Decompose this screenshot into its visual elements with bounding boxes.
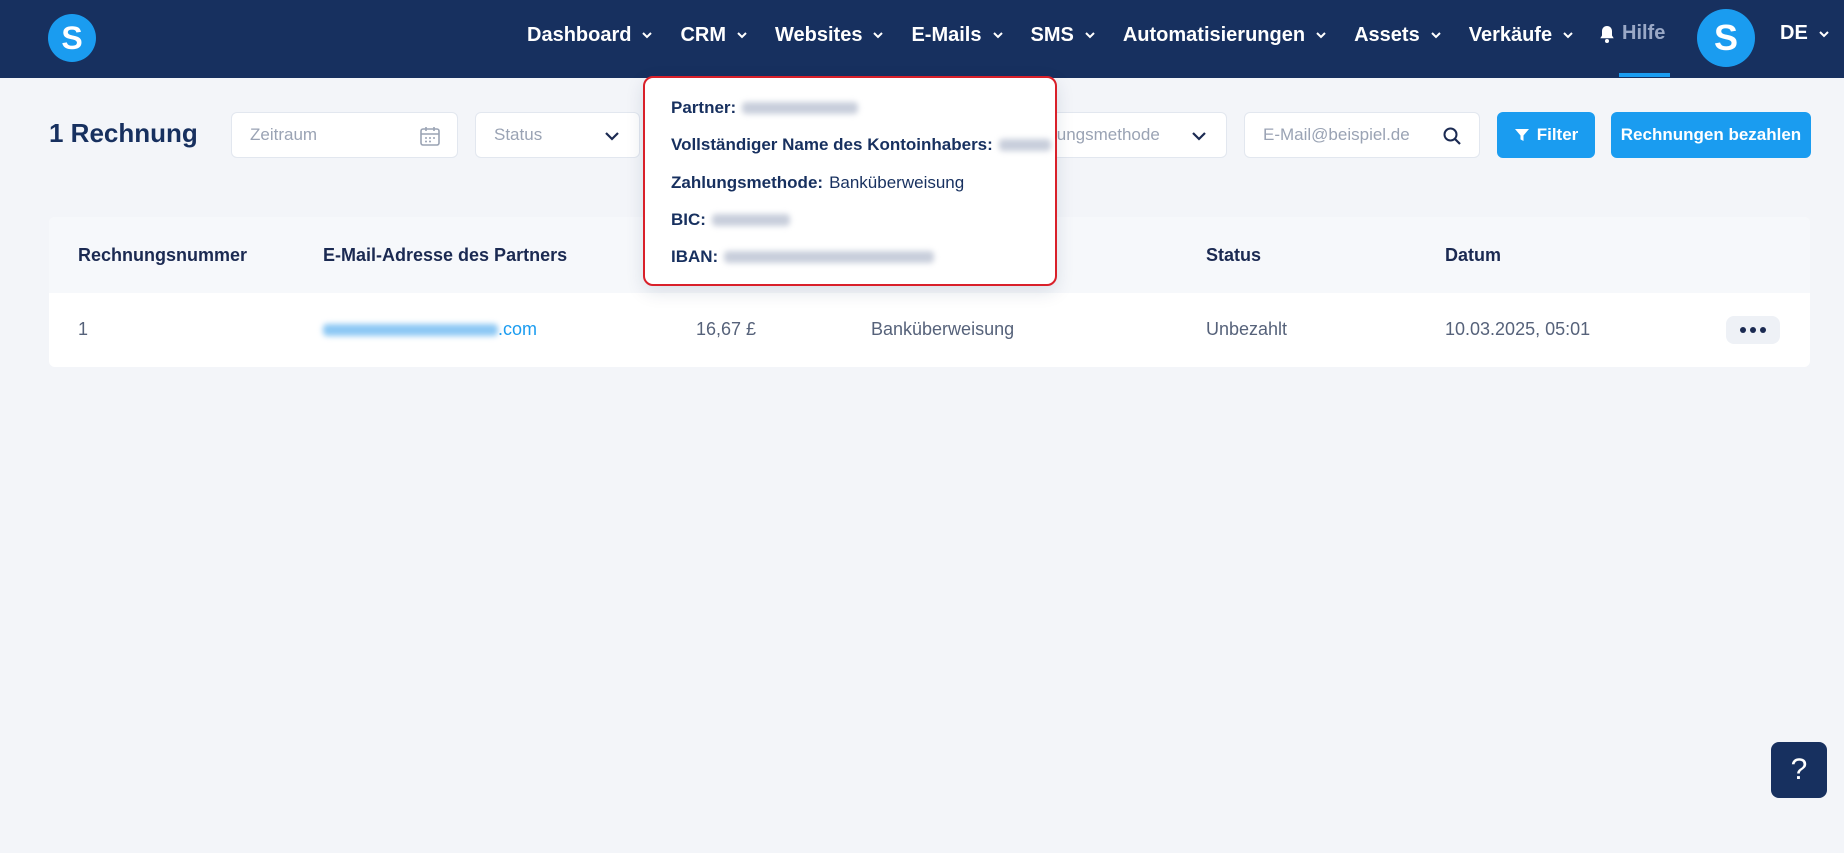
language-label: DE: [1780, 22, 1808, 44]
popover-bic-row: BIC:: [671, 210, 790, 230]
period-input[interactable]: Zeitraum: [231, 112, 458, 158]
help-fab-button[interactable]: ?: [1771, 742, 1827, 798]
chevron-down-icon: [1563, 32, 1573, 39]
chevron-down-icon: [1085, 32, 1095, 39]
payment-method-value: Banküberweisung: [829, 173, 965, 192]
partner-label: Partner:: [671, 98, 737, 117]
search-icon: [1443, 127, 1461, 145]
logo-letter: S: [61, 19, 83, 56]
redacted-bic: [711, 214, 790, 226]
help-link[interactable]: Hilfe: [1598, 22, 1665, 45]
popover-account-holder-row: Vollständiger Name des Kontoinhabers:: [671, 135, 1051, 155]
nav-label: Websites: [775, 23, 863, 46]
payment-method-placeholder: lungsmethode: [1053, 125, 1160, 144]
nav-label: CRM: [680, 23, 727, 46]
question-mark-icon: ?: [1790, 753, 1808, 786]
redacted-iban: [724, 251, 935, 263]
pay-invoices-button[interactable]: Rechnungen bezahlen: [1611, 112, 1811, 158]
status-placeholder: Status: [494, 125, 543, 144]
redacted-email: [323, 324, 498, 337]
payment-method-select[interactable]: lungsmethode: [1030, 112, 1227, 158]
nav-item-emails[interactable]: E-Mails: [911, 24, 1004, 47]
more-dot-icon: [1750, 327, 1756, 333]
nav-label: Automatisierungen: [1122, 23, 1306, 46]
column-header-date[interactable]: Datum: [1445, 245, 1501, 266]
nav-item-sales[interactable]: Verkäufe: [1469, 24, 1575, 47]
active-tab-indicator: [1619, 73, 1670, 77]
more-dot-icon: [1740, 327, 1746, 333]
chevron-down-icon: [642, 32, 653, 39]
status-select[interactable]: Status: [475, 112, 640, 158]
payment-method-label: Zahlungsmethode:: [671, 173, 824, 192]
partner-details-popover: Partner: Vollständiger Name des Kontoinh…: [643, 76, 1057, 286]
language-switcher[interactable]: DE: [1780, 22, 1831, 45]
email-suffix: .com: [498, 319, 538, 339]
chevron-down-icon: [992, 32, 1003, 39]
top-navbar: S Dashboard CRM Websites E-Mails SMS Aut…: [0, 0, 1844, 78]
pay-invoices-label: Rechnungen bezahlen: [1620, 125, 1802, 144]
popover-payment-method-row: Zahlungsmethode: Banküberweisung: [671, 173, 964, 193]
period-placeholder: Zeitraum: [250, 125, 318, 144]
invoice-status: Unbezahlt: [1206, 319, 1288, 339]
invoice-date: 10.03.2025, 05:01: [1445, 319, 1591, 339]
redacted-account-holder: [998, 139, 1051, 151]
redacted-partner: [742, 102, 859, 114]
column-header-email[interactable]: E-Mail-Adresse des Partners: [323, 245, 567, 266]
invoice-amount: 16,67 £: [696, 319, 757, 339]
chevron-down-icon: [1819, 30, 1829, 37]
chevron-down-icon: [605, 132, 619, 141]
nav-item-sms[interactable]: SMS: [1031, 24, 1097, 47]
more-options-button[interactable]: [1726, 316, 1780, 344]
partner-email-link[interactable]: .com: [323, 319, 537, 340]
invoice-number: 1: [78, 319, 89, 339]
nav-label: Assets: [1354, 23, 1420, 46]
invoice-payment-method: Banküberweisung: [871, 319, 1015, 339]
calendar-icon: [420, 127, 440, 146]
avatar-letter: S: [1713, 17, 1738, 58]
column-header-number[interactable]: Rechnungsnummer: [78, 245, 247, 266]
more-dot-icon: [1760, 327, 1766, 333]
column-header-status[interactable]: Status: [1206, 245, 1261, 266]
help-label: Hilfe: [1622, 22, 1666, 44]
popover-partner-row: Partner:: [671, 98, 859, 118]
nav-item-dashboard[interactable]: Dashboard: [527, 24, 654, 47]
page-title: 1 Rechnung: [49, 118, 198, 148]
nav-item-crm[interactable]: CRM: [680, 24, 749, 47]
nav-label: Dashboard: [527, 23, 632, 46]
nav-label: SMS: [1030, 23, 1074, 46]
bell-icon[interactable]: [1598, 24, 1616, 44]
chevron-down-icon: [737, 32, 747, 39]
user-avatar[interactable]: S: [1697, 9, 1755, 67]
nav-label: Verkäufe: [1468, 23, 1553, 46]
chevron-down-icon: [1430, 32, 1441, 39]
logo[interactable]: S: [48, 14, 96, 62]
bic-label: BIC:: [671, 210, 706, 229]
chevron-down-icon: [1316, 32, 1326, 39]
popover-iban-row: IBAN:: [671, 247, 935, 267]
nav-item-assets[interactable]: Assets: [1354, 24, 1443, 47]
nav-label: E-Mails: [911, 23, 982, 46]
account-holder-label: Vollständiger Name des Kontoinhabers:: [671, 135, 993, 154]
filter-button-label: Filter: [1536, 125, 1579, 144]
nav-item-websites[interactable]: Websites: [775, 24, 885, 47]
filter-button[interactable]: Filter: [1497, 112, 1595, 158]
main-nav: Dashboard CRM Websites E-Mails SMS Autom…: [527, 0, 1601, 70]
chevron-down-icon: [873, 32, 884, 39]
email-placeholder: E-Mail@beispiel.de: [1263, 125, 1410, 144]
nav-item-automations[interactable]: Automatisierungen: [1123, 24, 1328, 47]
iban-label: IBAN:: [671, 247, 719, 266]
chevron-down-icon: [1192, 132, 1206, 141]
email-search-input[interactable]: E-Mail@beispiel.de: [1244, 112, 1480, 158]
filter-icon: [1514, 129, 1529, 141]
